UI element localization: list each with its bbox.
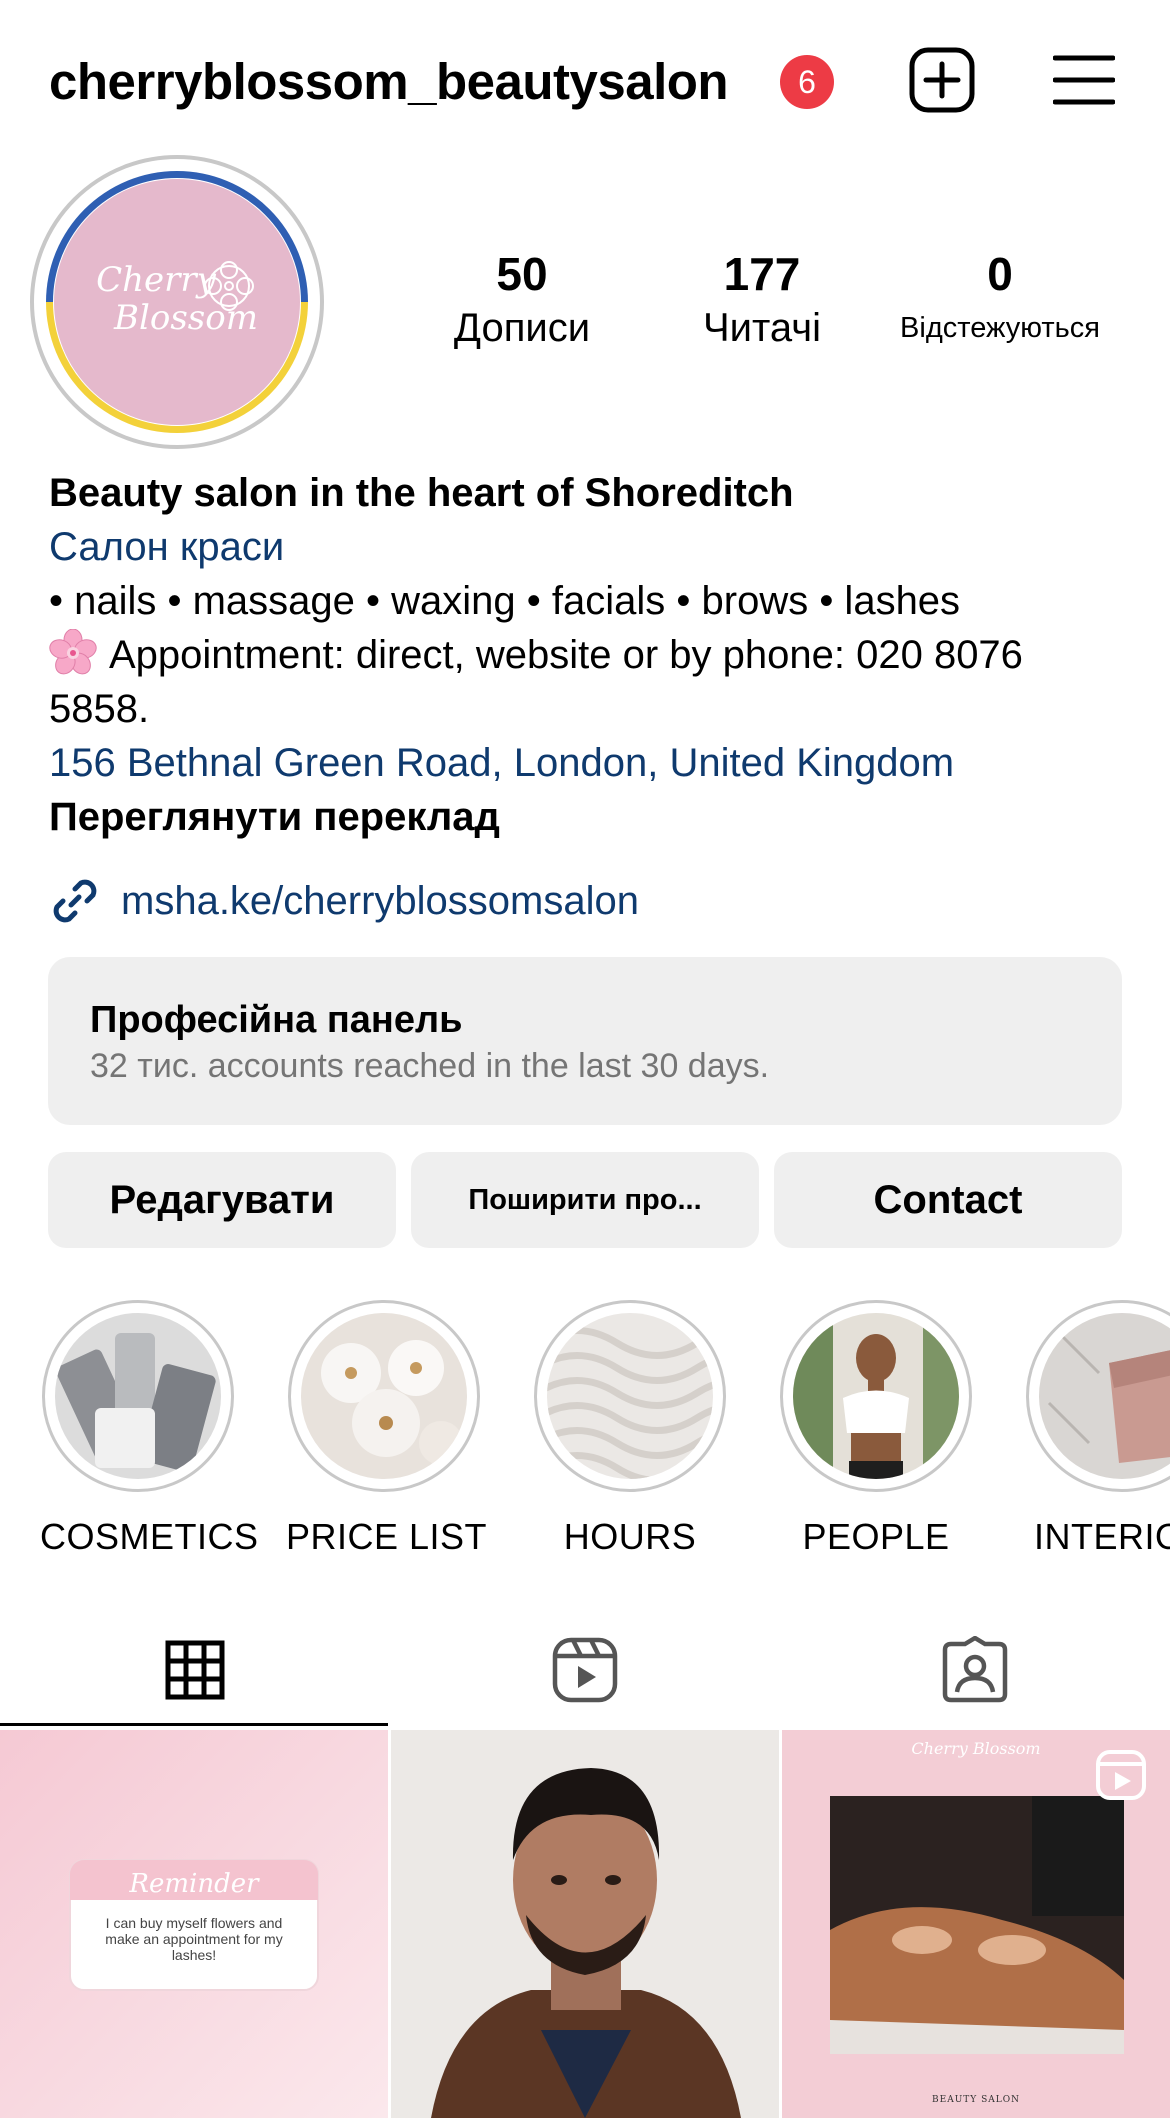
highlight-cosmetics-image — [55, 1313, 221, 1479]
highlight-ring — [780, 1300, 972, 1492]
massage-post-header: Cherry Blossom — [911, 1739, 1040, 1758]
highlight-price-list-label: PRICE LIST — [286, 1516, 488, 1557]
tagged-person-icon — [942, 1636, 1008, 1703]
contact-button[interactable]: Contact — [774, 1152, 1122, 1248]
share-profile-button[interactable]: Поширити про... — [411, 1152, 759, 1248]
post-portrait[interactable] — [391, 1730, 779, 2118]
stat-posts-label: Дописи — [453, 306, 591, 350]
edit-profile-button[interactable]: Редагувати — [48, 1152, 396, 1248]
highlight-interior-label: INTERIOR — [1033, 1516, 1170, 1557]
profile-header: cherryblossom_beautysalon 6 — [0, 0, 1170, 160]
highlight-hours-label: HOURS — [563, 1516, 697, 1557]
stat-followers-count: 177 — [723, 248, 801, 300]
bio-appointment-text: Appointment: direct, website or by phone… — [49, 633, 1023, 731]
stat-following-label: Відстежуються — [900, 312, 1100, 344]
dashboard-subtitle: 32 тис. accounts reached in the last 30 … — [90, 1047, 770, 1085]
dashboard-title: Професійна панель — [90, 999, 463, 1041]
stat-following-count: 0 — [987, 248, 1013, 300]
profile-username[interactable]: cherryblossom_beautysalon — [49, 52, 729, 111]
cherry-blossom-emoji-icon — [49, 628, 97, 677]
profile-tabs — [0, 1610, 1170, 1730]
active-tab-indicator — [0, 1723, 388, 1726]
logo-text-line1: Cherry — [96, 260, 217, 300]
highlight-people-label: PEOPLE — [802, 1516, 950, 1557]
see-translation-link[interactable]: Переглянути переклад — [49, 790, 1129, 844]
hamburger-menu-icon[interactable] — [1052, 45, 1116, 115]
bio-appointment: Appointment: direct, website or by phone… — [49, 628, 1129, 736]
bio-services: • nails • massage • waxing • facials • b… — [49, 579, 961, 623]
external-link-url: msha.ke/cherryblossomsalon — [121, 878, 639, 923]
highlight-price-list[interactable]: PRICE LIST — [286, 1300, 488, 1558]
reels-icon — [552, 1637, 618, 1703]
profile-avatar[interactable]: Cherry Blossom — [30, 155, 324, 449]
tab-grid[interactable] — [0, 1610, 390, 1730]
external-link[interactable]: msha.ke/cherryblossomsalon — [49, 875, 639, 927]
highlight-ring — [42, 1300, 234, 1492]
grid-icon — [165, 1640, 225, 1700]
highlight-cosmetics[interactable]: COSMETICS — [40, 1300, 259, 1558]
highlight-hours[interactable]: HOURS — [532, 1300, 728, 1558]
link-icon — [53, 879, 97, 923]
reminder-title: Reminder — [128, 1869, 260, 1899]
highlight-people-image — [793, 1313, 959, 1479]
stat-following[interactable]: 0 Відстежуються — [880, 245, 1120, 353]
highlight-people[interactable]: PEOPLE — [778, 1300, 974, 1558]
stat-followers-label: Читачі — [703, 306, 821, 350]
stat-posts[interactable]: 50 Дописи — [422, 245, 622, 353]
bio-category[interactable]: Салон краси — [49, 520, 1129, 574]
bio-name: Beauty salon in the heart of Shoreditch — [49, 471, 794, 515]
notification-badge[interactable]: 6 — [780, 55, 834, 109]
massage-post-footer: BEAUTY SALON — [932, 2095, 1020, 2105]
profile-bio: Beauty salon in the heart of Shoreditch … — [49, 466, 1129, 844]
tab-tagged[interactable] — [780, 1610, 1170, 1730]
stat-followers[interactable]: 177 Читачі — [662, 245, 862, 353]
highlight-cosmetics-label: COSMETICS — [40, 1516, 259, 1557]
post-reminder[interactable]: Reminder I can buy myself flowers and ma… — [0, 1730, 388, 2118]
highlight-ring — [288, 1300, 480, 1492]
highlight-ring — [534, 1300, 726, 1492]
highlight-price-list-image — [301, 1313, 467, 1479]
logo-text-line2: Blossom — [113, 298, 258, 338]
reminder-text: I can buy myself flowers and make an app… — [105, 1915, 283, 1963]
bio-address-link[interactable]: 156 Bethnal Green Road, London, United K… — [49, 736, 1129, 790]
professional-dashboard[interactable]: Професійна панель 32 тис. accounts reach… — [48, 957, 1122, 1125]
highlight-interior[interactable]: INTERIOR — [1024, 1300, 1170, 1558]
tab-reels[interactable] — [390, 1610, 780, 1730]
stat-posts-count: 50 — [496, 248, 548, 300]
avatar-logo: Cherry Blossom — [46, 171, 308, 433]
post-massage-reel[interactable]: Cherry Blossom BEAUTY SALON — [782, 1730, 1170, 2118]
highlight-hours-image — [547, 1313, 713, 1479]
plus-square-icon[interactable] — [907, 45, 977, 115]
highlight-interior-image — [1039, 1313, 1170, 1479]
highlight-ring — [1026, 1300, 1170, 1492]
